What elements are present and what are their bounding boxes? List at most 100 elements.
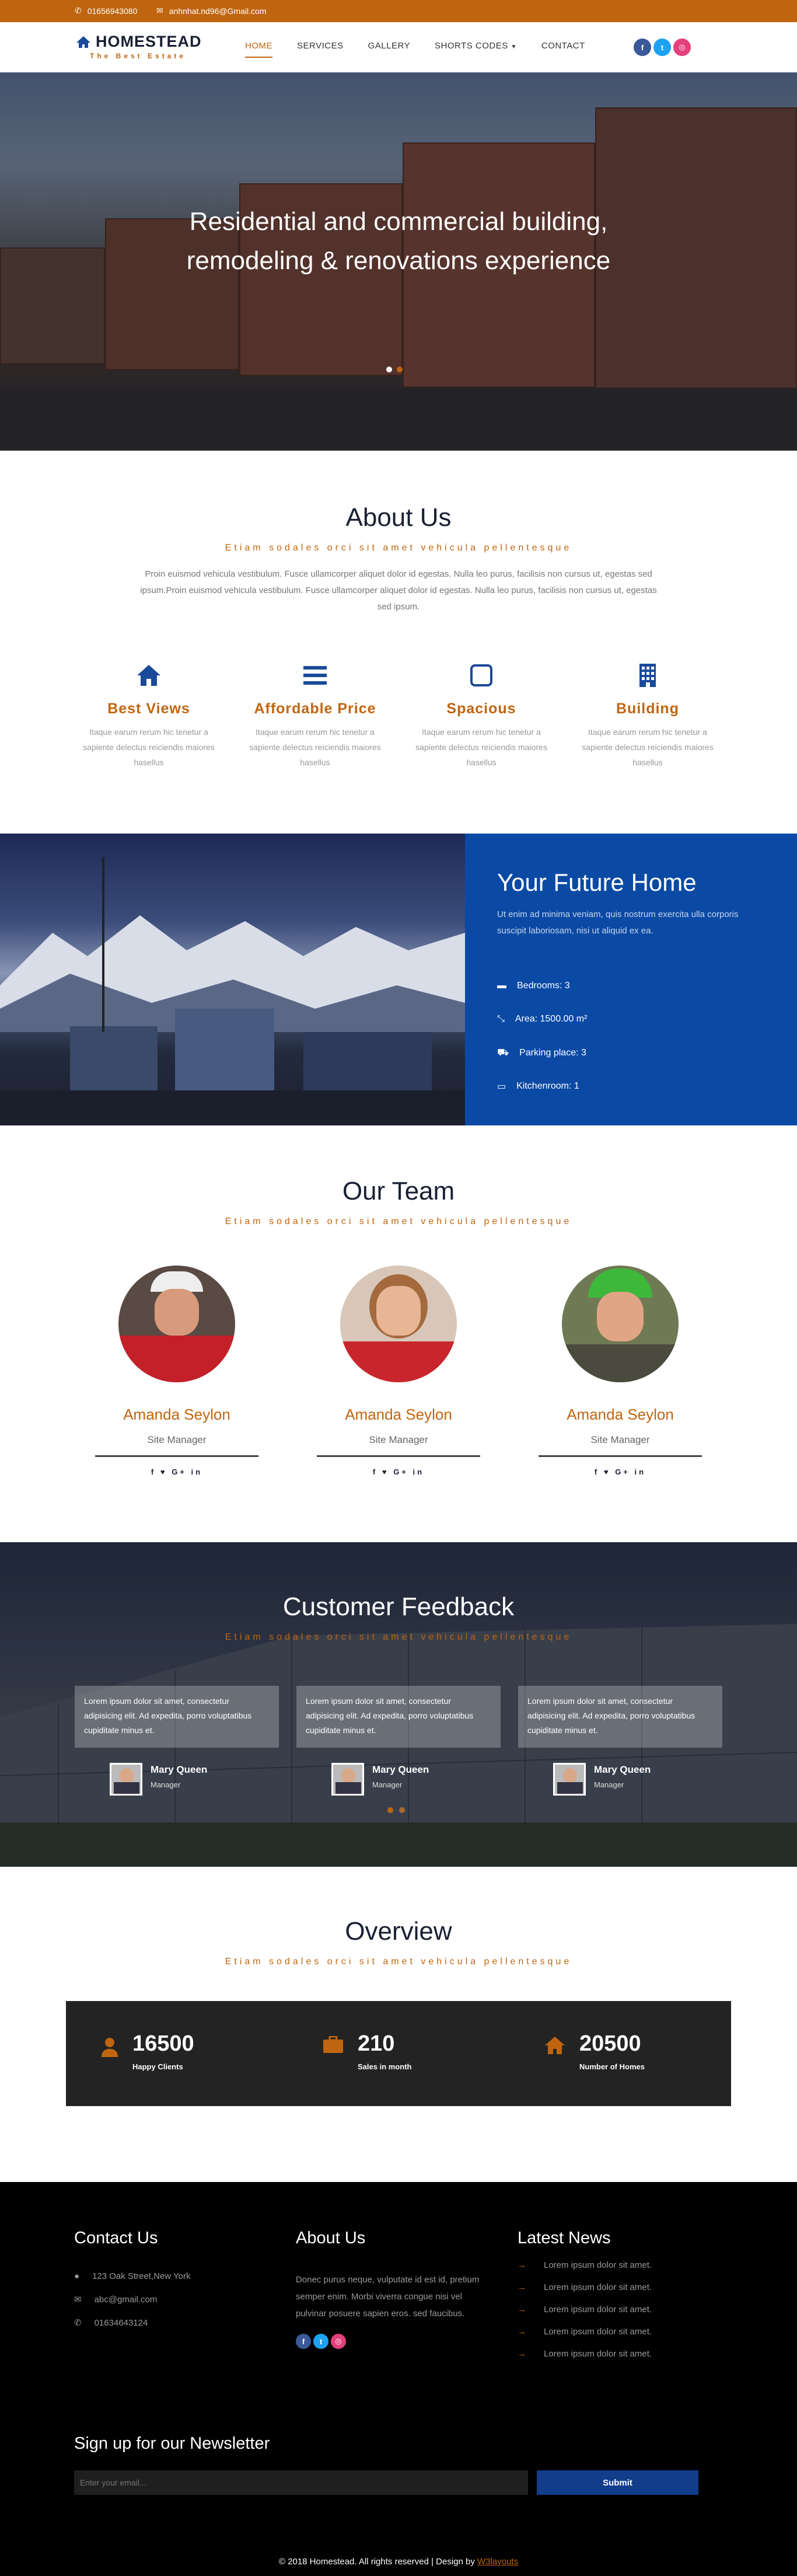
member-name: Amanda Seylon	[567, 1406, 674, 1423]
twitter-icon[interactable]: t	[653, 39, 671, 56]
phone-info: ✆ 01656943080	[75, 6, 137, 16]
feedback-slider-dots	[387, 1807, 405, 1813]
arrow-right-icon: →	[518, 2282, 526, 2292]
member-name: Amanda Seylon	[123, 1406, 230, 1423]
news-item[interactable]: → Lorem ipsum dolor sit amet.	[518, 2260, 652, 2270]
stats-counter-bar: 16500 Happy Clients 210 Sales in month 205…	[66, 2001, 731, 2106]
copyright: © 2018 Homestead. All rights reserved | …	[0, 2557, 797, 2567]
author-role: Manager	[151, 1780, 181, 1789]
feature-row-bedrooms: ▬ Bedrooms: 3	[497, 981, 570, 991]
news-link[interactable]: Lorem ipsum dolor sit amet.	[544, 2305, 652, 2314]
feedback-subtitle: Etiam sodales orci sit amet vehicula pel…	[225, 1632, 572, 1642]
stat-happy-clients: 16500 Happy Clients	[101, 2031, 194, 2071]
about-subtitle: Etiam sodales orci sit amet vehicula pel…	[225, 543, 572, 553]
news-link[interactable]: Lorem ipsum dolor sit amet.	[544, 2327, 652, 2337]
footer-email[interactable]: abc@gmail.com	[95, 2295, 158, 2305]
phone-icon: ✆	[75, 6, 82, 15]
navbar: HOMESTEAD The Best Estate HOME SERVICES …	[0, 22, 797, 72]
testimonial-text: Lorem ipsum dolor sit amet, consectetur …	[75, 1686, 279, 1748]
feature-title: Affordable Price	[254, 700, 376, 717]
news-link[interactable]: Lorem ipsum dolor sit amet.	[544, 2260, 652, 2270]
mountain-illustration	[0, 857, 465, 1125]
future-home-panel: Your Future Home Ut enim ad minima venia…	[465, 834, 797, 1125]
footer-contact-title: Contact Us	[74, 2229, 158, 2247]
news-link[interactable]: Lorem ipsum dolor sit amet.	[544, 2349, 652, 2359]
newsletter: Sign up for our Newsletter	[74, 2434, 270, 2453]
feature-building: Building Itaque earum rerum hic tenetur …	[572, 661, 723, 770]
feature-title: Best Views	[107, 700, 190, 717]
car-icon: ⛟	[497, 1048, 509, 1058]
news-item[interactable]: → Lorem ipsum dolor sit amet.	[518, 2305, 652, 2314]
newsletter-submit-button[interactable]: Submit	[537, 2470, 698, 2495]
email-info[interactable]: ✉ anhnhat.nd96@Gmail.com	[156, 6, 266, 16]
team-member-3: Amanda Seylon Site Manager f ♥ G+ in	[539, 1266, 702, 1476]
member-social-links[interactable]: f ♥ G+ in	[95, 1467, 258, 1476]
member-social-links[interactable]: f ♥ G+ in	[539, 1467, 702, 1476]
logo[interactable]: HOMESTEAD The Best Estate	[76, 33, 202, 60]
hero-headline: Residential and commercial building, remo…	[0, 202, 797, 280]
stat-label: Happy Clients	[132, 2062, 183, 2071]
footer-contact: Contact Us ● 123 Oak Street,New York ✉ abc…	[74, 2229, 191, 2328]
slider-dot-active[interactable]	[386, 367, 392, 372]
feature-text: Itaque earum rerum hic tenetur a sapient…	[582, 727, 714, 767]
newsletter-email-input[interactable]	[74, 2470, 528, 2495]
testimonial-text: Lorem ipsum dolor sit amet, consectetur …	[296, 1686, 501, 1748]
avatar	[340, 1266, 457, 1382]
caret-down-icon: ▼	[511, 44, 517, 50]
member-role: Site Manager	[539, 1434, 702, 1457]
phone-icon: ✆	[74, 2318, 82, 2328]
area-icon: ⤡	[497, 1014, 505, 1024]
avatar	[553, 1763, 586, 1796]
stat-number: 16500	[132, 2031, 194, 2056]
slider-dot-active[interactable]	[387, 1807, 393, 1813]
email-address[interactable]: anhnhat.nd96@Gmail.com	[169, 6, 267, 16]
briefcase-icon	[323, 2036, 343, 2053]
dribbble-icon[interactable]: ◎	[331, 2334, 346, 2349]
arrow-right-icon: →	[518, 2327, 526, 2337]
twitter-icon[interactable]: t	[313, 2334, 328, 2349]
news-link[interactable]: Lorem ipsum dolor sit amet.	[544, 2282, 652, 2292]
feature-title: Spacious	[446, 700, 516, 717]
hero-slider-dots	[386, 367, 403, 372]
testimonial-text: Lorem ipsum dolor sit amet, consectetur …	[518, 1686, 722, 1748]
designer-link[interactable]: W3layouts	[477, 2557, 518, 2567]
future-home-section: Your Future Home Ut enim ad minima venia…	[0, 834, 797, 1125]
feature-best-views: Best Views Itaque earum rerum hic tenetu…	[73, 661, 225, 770]
phone-number: 01656943080	[87, 6, 138, 16]
bedrooms-label: Bedrooms: 3	[517, 981, 570, 991]
team-member-1: Amanda Seylon Site Manager f ♥ G+ in	[95, 1266, 258, 1476]
nav-home[interactable]: HOME	[245, 41, 272, 58]
future-home-intro: Ut enim ad minima veniam, quis nostrum e…	[497, 909, 739, 936]
nav-gallery[interactable]: GALLERY	[368, 41, 410, 58]
feature-row-kitchen: ▭ Kitchenroom: 1	[497, 1080, 579, 1092]
member-social-links[interactable]: f ♥ G+ in	[317, 1467, 480, 1476]
header-social: f t ◎	[634, 39, 691, 56]
dribbble-icon[interactable]: ◎	[673, 39, 691, 56]
facebook-icon[interactable]: f	[296, 2334, 311, 2349]
news-item[interactable]: → Lorem ipsum dolor sit amet.	[518, 2349, 652, 2359]
nav-services[interactable]: SERVICES	[297, 41, 344, 58]
feedback-title: Customer Feedback	[282, 1592, 515, 1621]
news-item[interactable]: → Lorem ipsum dolor sit amet.	[518, 2282, 652, 2292]
footer-news-title: Latest News	[518, 2229, 611, 2247]
nav-contact[interactable]: CONTACT	[541, 41, 585, 58]
hero-line-2: remodeling & renovations experience	[186, 246, 611, 275]
news-item[interactable]: → Lorem ipsum dolor sit amet.	[518, 2327, 652, 2337]
member-role: Site Manager	[317, 1434, 480, 1457]
feature-title: Building	[616, 700, 679, 717]
member-name: Amanda Seylon	[345, 1406, 452, 1423]
author-role: Manager	[594, 1780, 624, 1789]
nav-shorts-codes[interactable]: SHORTS CODES ▼	[435, 41, 517, 58]
hero-line-1: Residential and commercial building,	[189, 207, 608, 236]
envelope-icon: ✉	[156, 6, 163, 15]
facebook-icon[interactable]: f	[634, 39, 651, 56]
arrow-right-icon: →	[518, 2349, 526, 2359]
newsletter-title: Sign up for our Newsletter	[74, 2434, 270, 2453]
author-role: Manager	[372, 1780, 403, 1789]
slider-dot[interactable]	[397, 367, 403, 372]
slider-dot[interactable]	[399, 1807, 405, 1813]
feature-text: Itaque earum rerum hic tenetur a sapient…	[415, 727, 547, 767]
feature-affordable-price: Affordable Price Itaque earum rerum hic …	[239, 661, 391, 770]
author-name: Mary Queen	[372, 1764, 429, 1775]
menu-lines-icon	[303, 666, 327, 685]
